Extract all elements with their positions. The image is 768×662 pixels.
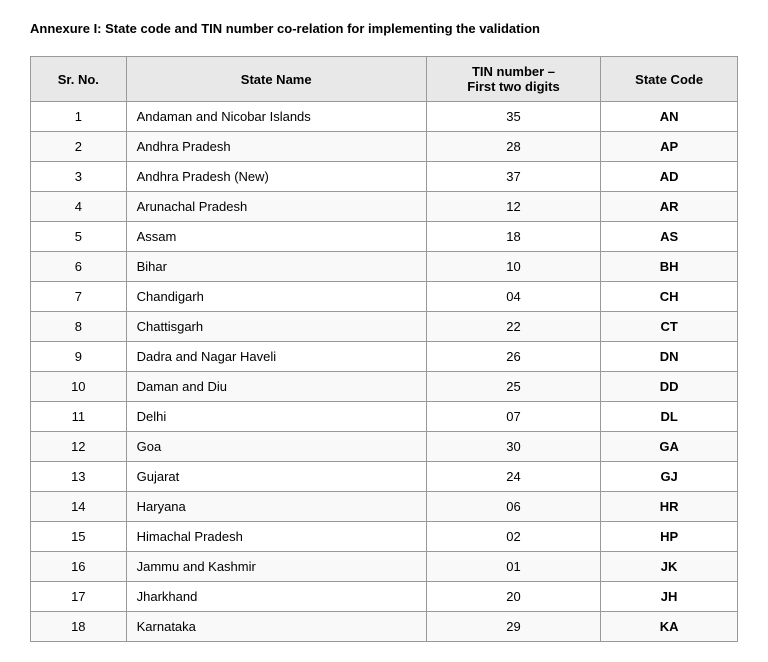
- table-row: 8Chattisgarh22CT: [31, 312, 738, 342]
- cell-sr: 9: [31, 342, 127, 372]
- table-row: 14Haryana06HR: [31, 492, 738, 522]
- cell-tin: 35: [426, 102, 600, 132]
- cell-sr: 3: [31, 162, 127, 192]
- cell-state-name: Andaman and Nicobar Islands: [126, 102, 426, 132]
- table-row: 11Delhi07DL: [31, 402, 738, 432]
- state-tin-table: Sr. No. State Name TIN number –First two…: [30, 56, 738, 642]
- table-row: 2Andhra Pradesh28AP: [31, 132, 738, 162]
- table-row: 5Assam18AS: [31, 222, 738, 252]
- table-row: 16Jammu and Kashmir01JK: [31, 552, 738, 582]
- col-header-code: State Code: [601, 57, 738, 102]
- cell-tin: 22: [426, 312, 600, 342]
- cell-state-code: HP: [601, 522, 738, 552]
- cell-sr: 8: [31, 312, 127, 342]
- cell-state-name: Andhra Pradesh (New): [126, 162, 426, 192]
- cell-tin: 12: [426, 192, 600, 222]
- cell-state-name: Chandigarh: [126, 282, 426, 312]
- cell-state-code: JH: [601, 582, 738, 612]
- table-row: 17Jharkhand20JH: [31, 582, 738, 612]
- col-header-tin: TIN number –First two digits: [426, 57, 600, 102]
- cell-state-code: JK: [601, 552, 738, 582]
- cell-tin: 10: [426, 252, 600, 282]
- cell-tin: 29: [426, 612, 600, 642]
- cell-state-name: Karnataka: [126, 612, 426, 642]
- cell-state-name: Bihar: [126, 252, 426, 282]
- table-row: 1Andaman and Nicobar Islands35AN: [31, 102, 738, 132]
- cell-sr: 17: [31, 582, 127, 612]
- cell-sr: 4: [31, 192, 127, 222]
- table-row: 13Gujarat24GJ: [31, 462, 738, 492]
- table-row: 10Daman and Diu25DD: [31, 372, 738, 402]
- cell-sr: 5: [31, 222, 127, 252]
- cell-state-name: Himachal Pradesh: [126, 522, 426, 552]
- cell-tin: 07: [426, 402, 600, 432]
- cell-sr: 15: [31, 522, 127, 552]
- cell-state-name: Assam: [126, 222, 426, 252]
- cell-state-name: Gujarat: [126, 462, 426, 492]
- cell-state-name: Haryana: [126, 492, 426, 522]
- cell-tin: 24: [426, 462, 600, 492]
- cell-state-name: Jammu and Kashmir: [126, 552, 426, 582]
- cell-state-name: Daman and Diu: [126, 372, 426, 402]
- cell-state-code: GA: [601, 432, 738, 462]
- cell-tin: 01: [426, 552, 600, 582]
- cell-tin: 20: [426, 582, 600, 612]
- cell-sr: 10: [31, 372, 127, 402]
- cell-state-code: DN: [601, 342, 738, 372]
- cell-state-code: CH: [601, 282, 738, 312]
- table-header-row: Sr. No. State Name TIN number –First two…: [31, 57, 738, 102]
- table-row: 9Dadra and Nagar Haveli26DN: [31, 342, 738, 372]
- cell-state-code: BH: [601, 252, 738, 282]
- table-row: 7Chandigarh04CH: [31, 282, 738, 312]
- cell-sr: 7: [31, 282, 127, 312]
- cell-sr: 12: [31, 432, 127, 462]
- cell-state-name: Delhi: [126, 402, 426, 432]
- cell-state-code: HR: [601, 492, 738, 522]
- table-row: 4Arunachal Pradesh12AR: [31, 192, 738, 222]
- cell-state-code: CT: [601, 312, 738, 342]
- cell-state-code: AD: [601, 162, 738, 192]
- cell-tin: 26: [426, 342, 600, 372]
- cell-sr: 18: [31, 612, 127, 642]
- cell-sr: 11: [31, 402, 127, 432]
- cell-tin: 04: [426, 282, 600, 312]
- cell-tin: 06: [426, 492, 600, 522]
- cell-sr: 13: [31, 462, 127, 492]
- cell-tin: 37: [426, 162, 600, 192]
- cell-state-name: Andhra Pradesh: [126, 132, 426, 162]
- cell-state-name: Jharkhand: [126, 582, 426, 612]
- table-row: 12Goa30GA: [31, 432, 738, 462]
- cell-tin: 28: [426, 132, 600, 162]
- col-header-state: State Name: [126, 57, 426, 102]
- cell-state-code: AR: [601, 192, 738, 222]
- cell-sr: 16: [31, 552, 127, 582]
- cell-tin: 30: [426, 432, 600, 462]
- table-row: 3Andhra Pradesh (New)37AD: [31, 162, 738, 192]
- cell-tin: 25: [426, 372, 600, 402]
- cell-state-code: AN: [601, 102, 738, 132]
- cell-state-name: Dadra and Nagar Haveli: [126, 342, 426, 372]
- cell-state-code: KA: [601, 612, 738, 642]
- cell-state-code: DL: [601, 402, 738, 432]
- cell-state-code: GJ: [601, 462, 738, 492]
- cell-state-code: AP: [601, 132, 738, 162]
- cell-tin: 18: [426, 222, 600, 252]
- table-row: 18Karnataka29KA: [31, 612, 738, 642]
- cell-state-name: Chattisgarh: [126, 312, 426, 342]
- col-header-sr: Sr. No.: [31, 57, 127, 102]
- cell-state-code: DD: [601, 372, 738, 402]
- cell-sr: 14: [31, 492, 127, 522]
- cell-state-code: AS: [601, 222, 738, 252]
- cell-state-name: Arunachal Pradesh: [126, 192, 426, 222]
- cell-sr: 1: [31, 102, 127, 132]
- page-title: Annexure I: State code and TIN number co…: [30, 20, 738, 38]
- table-row: 6Bihar10BH: [31, 252, 738, 282]
- cell-sr: 6: [31, 252, 127, 282]
- cell-sr: 2: [31, 132, 127, 162]
- cell-state-name: Goa: [126, 432, 426, 462]
- cell-tin: 02: [426, 522, 600, 552]
- table-row: 15Himachal Pradesh02HP: [31, 522, 738, 552]
